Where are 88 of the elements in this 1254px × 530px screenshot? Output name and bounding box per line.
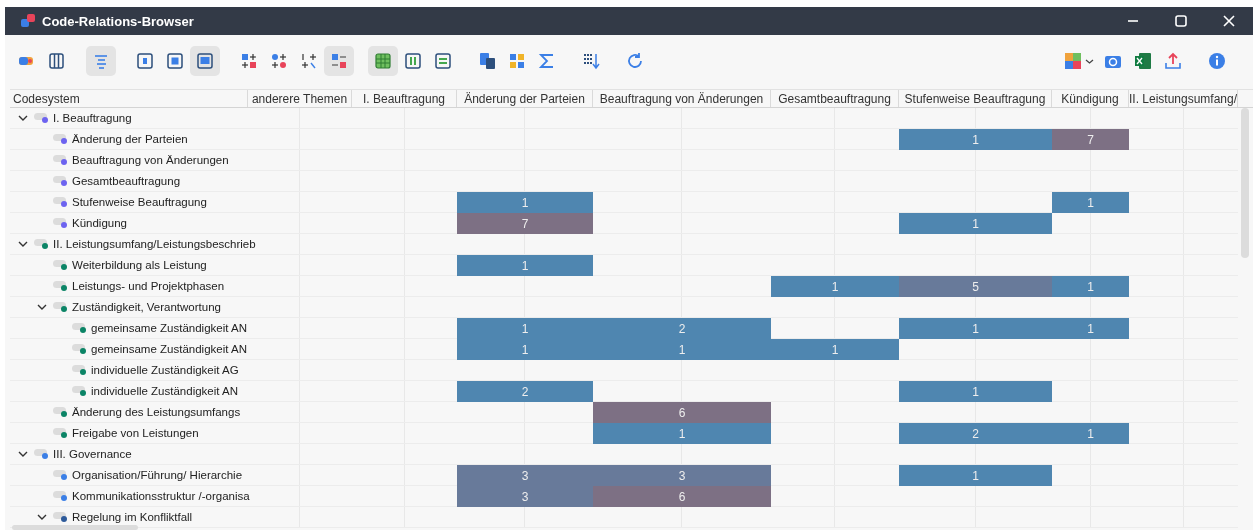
mixed-button[interactable] bbox=[324, 46, 354, 76]
horizontal-scrollbar[interactable] bbox=[12, 525, 138, 530]
refresh-icon bbox=[626, 52, 644, 70]
framefull-button[interactable] bbox=[190, 46, 220, 76]
relation-cell: 2 bbox=[593, 318, 771, 339]
relation-cell: 1 bbox=[899, 213, 1052, 234]
column-header[interactable]: anderere Themen bbox=[248, 90, 352, 107]
relation-cell: 3 bbox=[593, 465, 771, 486]
relation-cell: 2 bbox=[457, 381, 593, 402]
relation-cell: 1 bbox=[457, 192, 593, 213]
code-label[interactable]: Gesamtbeauftragung bbox=[72, 175, 181, 187]
pause-icon bbox=[404, 52, 422, 70]
squares-icon bbox=[240, 52, 258, 70]
sort-icon bbox=[582, 52, 600, 70]
relation-cell: 6 bbox=[593, 402, 771, 423]
column-header[interactable]: Änderung der Parteien bbox=[457, 90, 593, 107]
column-header[interactable]: Kündigung bbox=[1052, 90, 1129, 107]
code-label[interactable]: gemeinsame Zuständigkeit AN bbox=[91, 343, 247, 355]
relation-cell: 1 bbox=[593, 423, 771, 444]
framesmall-icon bbox=[136, 52, 154, 70]
relation-cell: 1 bbox=[1052, 192, 1129, 213]
code-label[interactable]: Kommunikationsstruktur /-organisa bbox=[72, 490, 250, 502]
column-header[interactable]: II. Leistungsumfang/ bbox=[1129, 90, 1238, 107]
column-header[interactable]: I. Beauftragung bbox=[352, 90, 457, 107]
relation-cell: 1 bbox=[1052, 276, 1129, 297]
code-label[interactable]: I. Beauftragung bbox=[53, 112, 132, 124]
rows-icon bbox=[434, 52, 452, 70]
export-icon bbox=[1164, 52, 1182, 70]
relation-cell: 5 bbox=[899, 276, 1052, 297]
relation-cell: 1 bbox=[899, 381, 1052, 402]
relation-cell: 3 bbox=[457, 465, 593, 486]
code-label[interactable]: Freigabe von Leistungen bbox=[72, 427, 199, 439]
relation-cell: 1 bbox=[771, 276, 899, 297]
code-label[interactable]: Zuständigkeit, Verantwortung bbox=[72, 301, 221, 313]
numbers-icon bbox=[300, 52, 318, 70]
code-label[interactable]: III. Governance bbox=[53, 448, 132, 460]
puzzle-icon bbox=[1064, 52, 1082, 70]
columns-icon bbox=[48, 52, 66, 70]
vertical-scrollbar[interactable] bbox=[1241, 108, 1249, 258]
code-label[interactable]: Kündigung bbox=[72, 217, 127, 229]
dots-icon bbox=[270, 52, 288, 70]
code-label[interactable]: Organisation/Führung/ Hierarchie bbox=[72, 469, 243, 481]
code-label[interactable]: individuelle Zuständigkeit AN bbox=[91, 385, 239, 397]
code-label[interactable]: Weiterbildung als Leistung bbox=[72, 259, 207, 271]
relation-cell: 1 bbox=[899, 465, 1052, 486]
relation-cell: 3 bbox=[457, 486, 593, 507]
framemid-icon bbox=[166, 52, 184, 70]
relation-cell: 1 bbox=[1052, 423, 1129, 444]
relation-cell: 2 bbox=[899, 423, 1052, 444]
code-label[interactable]: gemeinsame Zuständigkeit AN bbox=[91, 322, 247, 334]
code-label[interactable]: II. Leistungsumfang/Leistungsbeschrieb bbox=[53, 238, 256, 250]
align-button[interactable] bbox=[86, 46, 116, 76]
code-label[interactable]: individuelle Zuständigkeit AG bbox=[91, 364, 239, 376]
code-label[interactable]: Änderung der Parteien bbox=[72, 133, 188, 145]
info-icon bbox=[1208, 52, 1226, 70]
code-label[interactable]: Regelung im Konfliktfall bbox=[72, 511, 193, 523]
relation-cell: 1 bbox=[457, 255, 593, 276]
mixed-icon bbox=[330, 52, 348, 70]
code-label[interactable]: Änderung des Leistungsumfangs bbox=[72, 406, 241, 418]
docs-icon bbox=[478, 52, 496, 70]
relation-cell: 7 bbox=[1052, 129, 1129, 150]
relation-cell: 1 bbox=[593, 339, 771, 360]
close-icon bbox=[1223, 15, 1235, 27]
align-icon bbox=[92, 52, 110, 70]
excel-icon bbox=[1134, 52, 1152, 70]
app-icon bbox=[21, 14, 35, 28]
relation-cell: 6 bbox=[593, 486, 771, 507]
relation-cell: 1 bbox=[1052, 318, 1129, 339]
column-header[interactable]: Beauftragung von Änderungen bbox=[593, 90, 771, 107]
relation-cell: 1 bbox=[457, 339, 593, 360]
relation-cell: 1 bbox=[899, 129, 1052, 150]
relation-cell: 7 bbox=[457, 213, 593, 234]
tiles-icon bbox=[508, 52, 526, 70]
column-header[interactable]: Stufenweise Beauftragung bbox=[899, 90, 1052, 107]
sigma-icon bbox=[538, 52, 556, 70]
code-label[interactable]: Leistungs- und Projektphasen bbox=[72, 280, 225, 292]
relation-cell: 1 bbox=[771, 339, 899, 360]
framefull-icon bbox=[196, 52, 214, 70]
relation-cell: 1 bbox=[457, 318, 593, 339]
code-label[interactable]: Stufenweise Beauftragung bbox=[72, 196, 207, 208]
window-title: Code-Relations-Browser bbox=[42, 13, 195, 29]
relation-cell: 1 bbox=[899, 318, 1052, 339]
maximize-icon bbox=[1175, 15, 1187, 27]
table-button[interactable] bbox=[368, 46, 398, 76]
column-header[interactable]: Codesystem bbox=[10, 90, 248, 107]
table-icon bbox=[374, 52, 392, 70]
code-label[interactable]: Beauftragung von Änderungen bbox=[72, 154, 229, 166]
column-header[interactable]: Gesamtbeauftragung bbox=[771, 90, 899, 107]
